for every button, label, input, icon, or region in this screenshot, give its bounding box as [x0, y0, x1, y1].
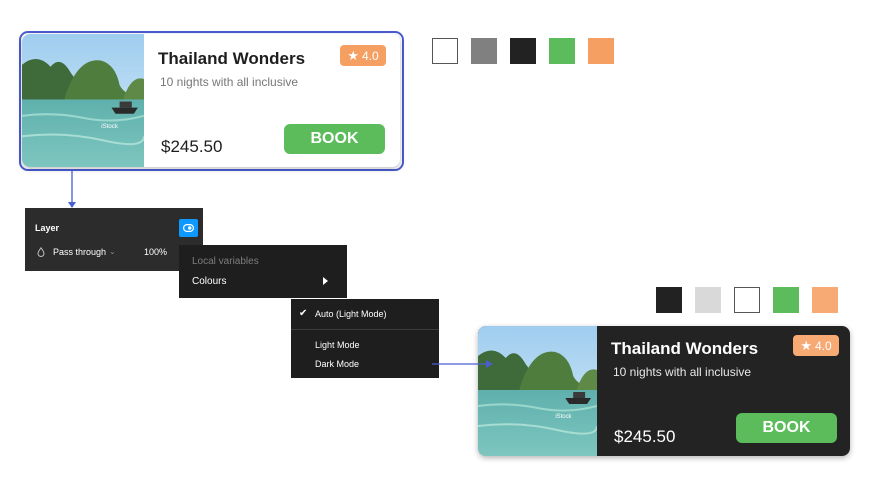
menu-item-light-mode[interactable]: Light Mode [315, 340, 360, 350]
rating-badge: ★ 4.0 [340, 45, 386, 66]
star-icon: ★ [347, 47, 359, 63]
blend-drop-icon [37, 247, 45, 257]
submenu-arrow-icon [323, 277, 328, 285]
menu-item-colours[interactable]: Colours [192, 276, 226, 287]
swatch-white[interactable] [432, 38, 458, 64]
card-subtitle: 10 nights with all inclusive [613, 365, 752, 379]
layer-panel: Layer Pass through ⌄ 100% [25, 208, 203, 271]
variable-mode-icon [183, 224, 194, 232]
menu-item-auto-mode[interactable]: Auto (Light Mode) [315, 309, 387, 319]
card-title: Thailand Wonders [158, 49, 306, 68]
card-image-thailand: iStock [478, 326, 597, 456]
apply-variable-mode-button[interactable] [179, 219, 198, 237]
swatch-white[interactable] [734, 287, 760, 313]
dark-mode-card[interactable]: iStock Thailand Wonders ★ 4.0 10 nights … [478, 326, 850, 456]
book-button[interactable]: BOOK [284, 124, 385, 154]
image-watermark: iStock [101, 123, 119, 130]
menu-divider [291, 329, 439, 330]
variables-menu: Local variables Colours [179, 245, 347, 298]
swatch-black[interactable] [510, 38, 536, 64]
chevron-down-icon: ⌄ [109, 247, 116, 256]
swatch-orange[interactable] [812, 287, 838, 313]
card-image-thailand: iStock [22, 34, 144, 167]
menu-heading-local-variables: Local variables [192, 256, 259, 267]
rating-value: 4.0 [814, 338, 832, 353]
opacity-value[interactable]: 100% [144, 247, 167, 257]
swatch-black[interactable] [656, 287, 682, 313]
rating-badge: ★ 4.0 [793, 335, 839, 356]
light-mode-card[interactable]: iStock Thailand Wonders ★ 4.0 10 nights … [22, 34, 400, 167]
swatch-green[interactable] [549, 38, 575, 64]
swatch-orange[interactable] [588, 38, 614, 64]
swatch-green[interactable] [773, 287, 799, 313]
swatch-gray[interactable] [471, 38, 497, 64]
checkmark-icon: ✔ [299, 308, 308, 319]
rating-value: 4.0 [361, 48, 379, 63]
menu-item-dark-mode[interactable]: Dark Mode [315, 359, 359, 369]
blend-mode-select[interactable]: Pass through [53, 247, 106, 257]
card-title: Thailand Wonders [611, 339, 759, 358]
card-price: $245.50 [614, 427, 676, 446]
swatch-light-gray[interactable] [695, 287, 721, 313]
image-watermark: iStock [555, 414, 571, 420]
card-subtitle: 10 nights with all inclusive [160, 75, 299, 89]
star-icon: ★ [800, 337, 812, 353]
layer-panel-title: Layer [35, 223, 60, 233]
card-price: $245.50 [161, 137, 223, 156]
mode-menu: ✔ Auto (Light Mode) Light Mode Dark Mode [291, 299, 439, 378]
canvas: iStock Thailand Wonders ★ 4.0 10 nights … [0, 0, 875, 483]
book-button[interactable]: BOOK [736, 413, 837, 443]
